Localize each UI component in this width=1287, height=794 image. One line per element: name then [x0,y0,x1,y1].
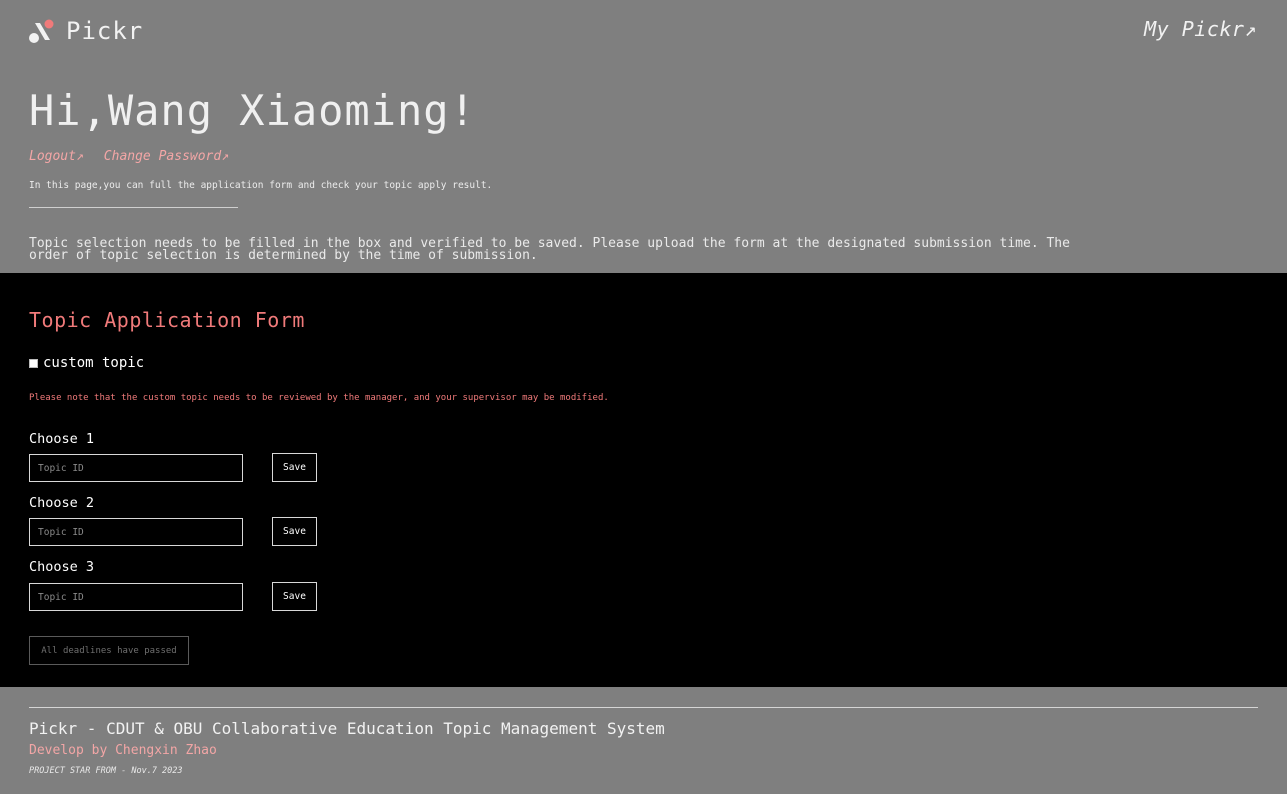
topic-application-form: Topic Application Form custom topic Plea… [0,273,1287,687]
custom-topic-checkbox[interactable] [29,358,38,368]
choose-2-topic-input[interactable] [29,518,243,546]
custom-topic-label: custom topic [43,355,145,371]
choose-1-save-button[interactable]: Save [272,453,317,482]
footer: Pickr - CDUT & OBU Collaborative Educati… [0,687,1287,794]
greeting-heading: Hi,Wang Xiaoming! [29,86,476,135]
choose-2-label: Choose 2 [29,495,95,511]
logo[interactable]: Pickr [29,17,143,45]
choose-3-save-button[interactable]: Save [272,582,317,611]
custom-topic-warning: Please note that the custom topic needs … [29,393,609,403]
choose-3-topic-input[interactable] [29,583,243,611]
footer-project-start: PROJECT STAR FROM - Nov.7 2023 [29,766,183,776]
logout-link[interactable]: Logout↗ [29,149,84,164]
footer-title: Pickr - CDUT & OBU Collaborative Educati… [29,719,665,738]
custom-topic-toggle[interactable]: custom topic [29,355,144,371]
choose-3-label: Choose 3 [29,559,95,575]
top-section: Pickr My Pickr↗ Hi,Wang Xiaoming! Logout… [0,0,1287,273]
choose-1-topic-input[interactable] [29,454,243,482]
footer-divider [29,707,1258,708]
pickr-logo-icon [29,19,54,43]
choose-2-save-button[interactable]: Save [272,517,317,546]
change-password-link[interactable]: Change Password↗ [104,149,229,164]
divider [29,207,238,208]
form-title: Topic Application Form [29,308,305,332]
selection-notice: Topic selection needs to be filled in th… [29,236,1070,263]
my-pickr-link[interactable]: My Pickr↗ [1144,17,1257,41]
choose-1-label: Choose 1 [29,431,95,447]
account-links: Logout↗ Change Password↗ [29,149,229,164]
page-hint: In this page,you can full the applicatio… [29,180,493,191]
footer-developer: Develop by Chengxin Zhao [29,743,217,758]
logo-text: Pickr [66,17,144,45]
deadline-submit-button[interactable]: All deadlines have passed [29,636,189,665]
